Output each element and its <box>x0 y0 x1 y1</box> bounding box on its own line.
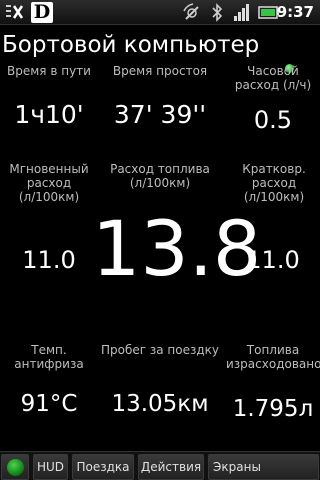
status-bar: D 9:37 <box>0 0 320 25</box>
travel-time-label: Время в пути <box>7 64 91 78</box>
trip-distance-value: 13.05км <box>111 391 209 417</box>
app-logo-icon: D <box>31 2 53 23</box>
instant-consumption-label: Мгновенный расход (л/100км) <box>9 162 89 204</box>
fuel-consumption-value: 13.8 <box>92 204 262 293</box>
coolant-temp-value: 91°C <box>20 391 78 417</box>
bottom-toolbar: HUD Поездка Действия Экраны <box>0 451 320 480</box>
idle-time-value: 37' 39'' <box>113 100 207 129</box>
instant-consumption-value: 11.0 <box>22 246 76 274</box>
connection-led-icon <box>7 459 24 476</box>
clock: 9:37 <box>276 3 314 21</box>
trip-button[interactable]: Поездка <box>72 454 134 480</box>
signal-icon <box>234 4 249 21</box>
hourly-rate-value: 0.5 <box>253 106 293 134</box>
short-term-consumption-label: Кратковр. расход (л/100км) <box>242 162 306 204</box>
fuel-used-label: Топлива израсходовано <box>226 343 320 371</box>
trip-distance-label: Пробег за поездку <box>100 343 220 357</box>
page-title: Бортовой компьютер <box>2 32 260 58</box>
actions-button[interactable]: Действия <box>138 454 204 480</box>
short-term-consumption-value: 11.0 <box>246 246 300 274</box>
coolant-temp-label: Темп. антифриза <box>14 343 84 371</box>
notification-icon[interactable] <box>4 2 26 23</box>
gps-icon <box>183 3 199 20</box>
travel-time-value: 1ч10' <box>14 100 84 129</box>
hourly-rate-label: Часовой расход (л/ч) <box>234 64 312 92</box>
hud-button[interactable]: HUD <box>33 454 68 480</box>
screens-button[interactable]: Экраны <box>208 454 319 480</box>
fuel-used-value: 1.795л <box>232 396 314 422</box>
idle-time-label: Время простоя <box>112 64 208 78</box>
connection-status-button[interactable] <box>1 454 29 480</box>
bluetooth-icon <box>212 3 223 22</box>
fuel-consumption-label: Расход топлива (л/100км) <box>110 162 210 190</box>
